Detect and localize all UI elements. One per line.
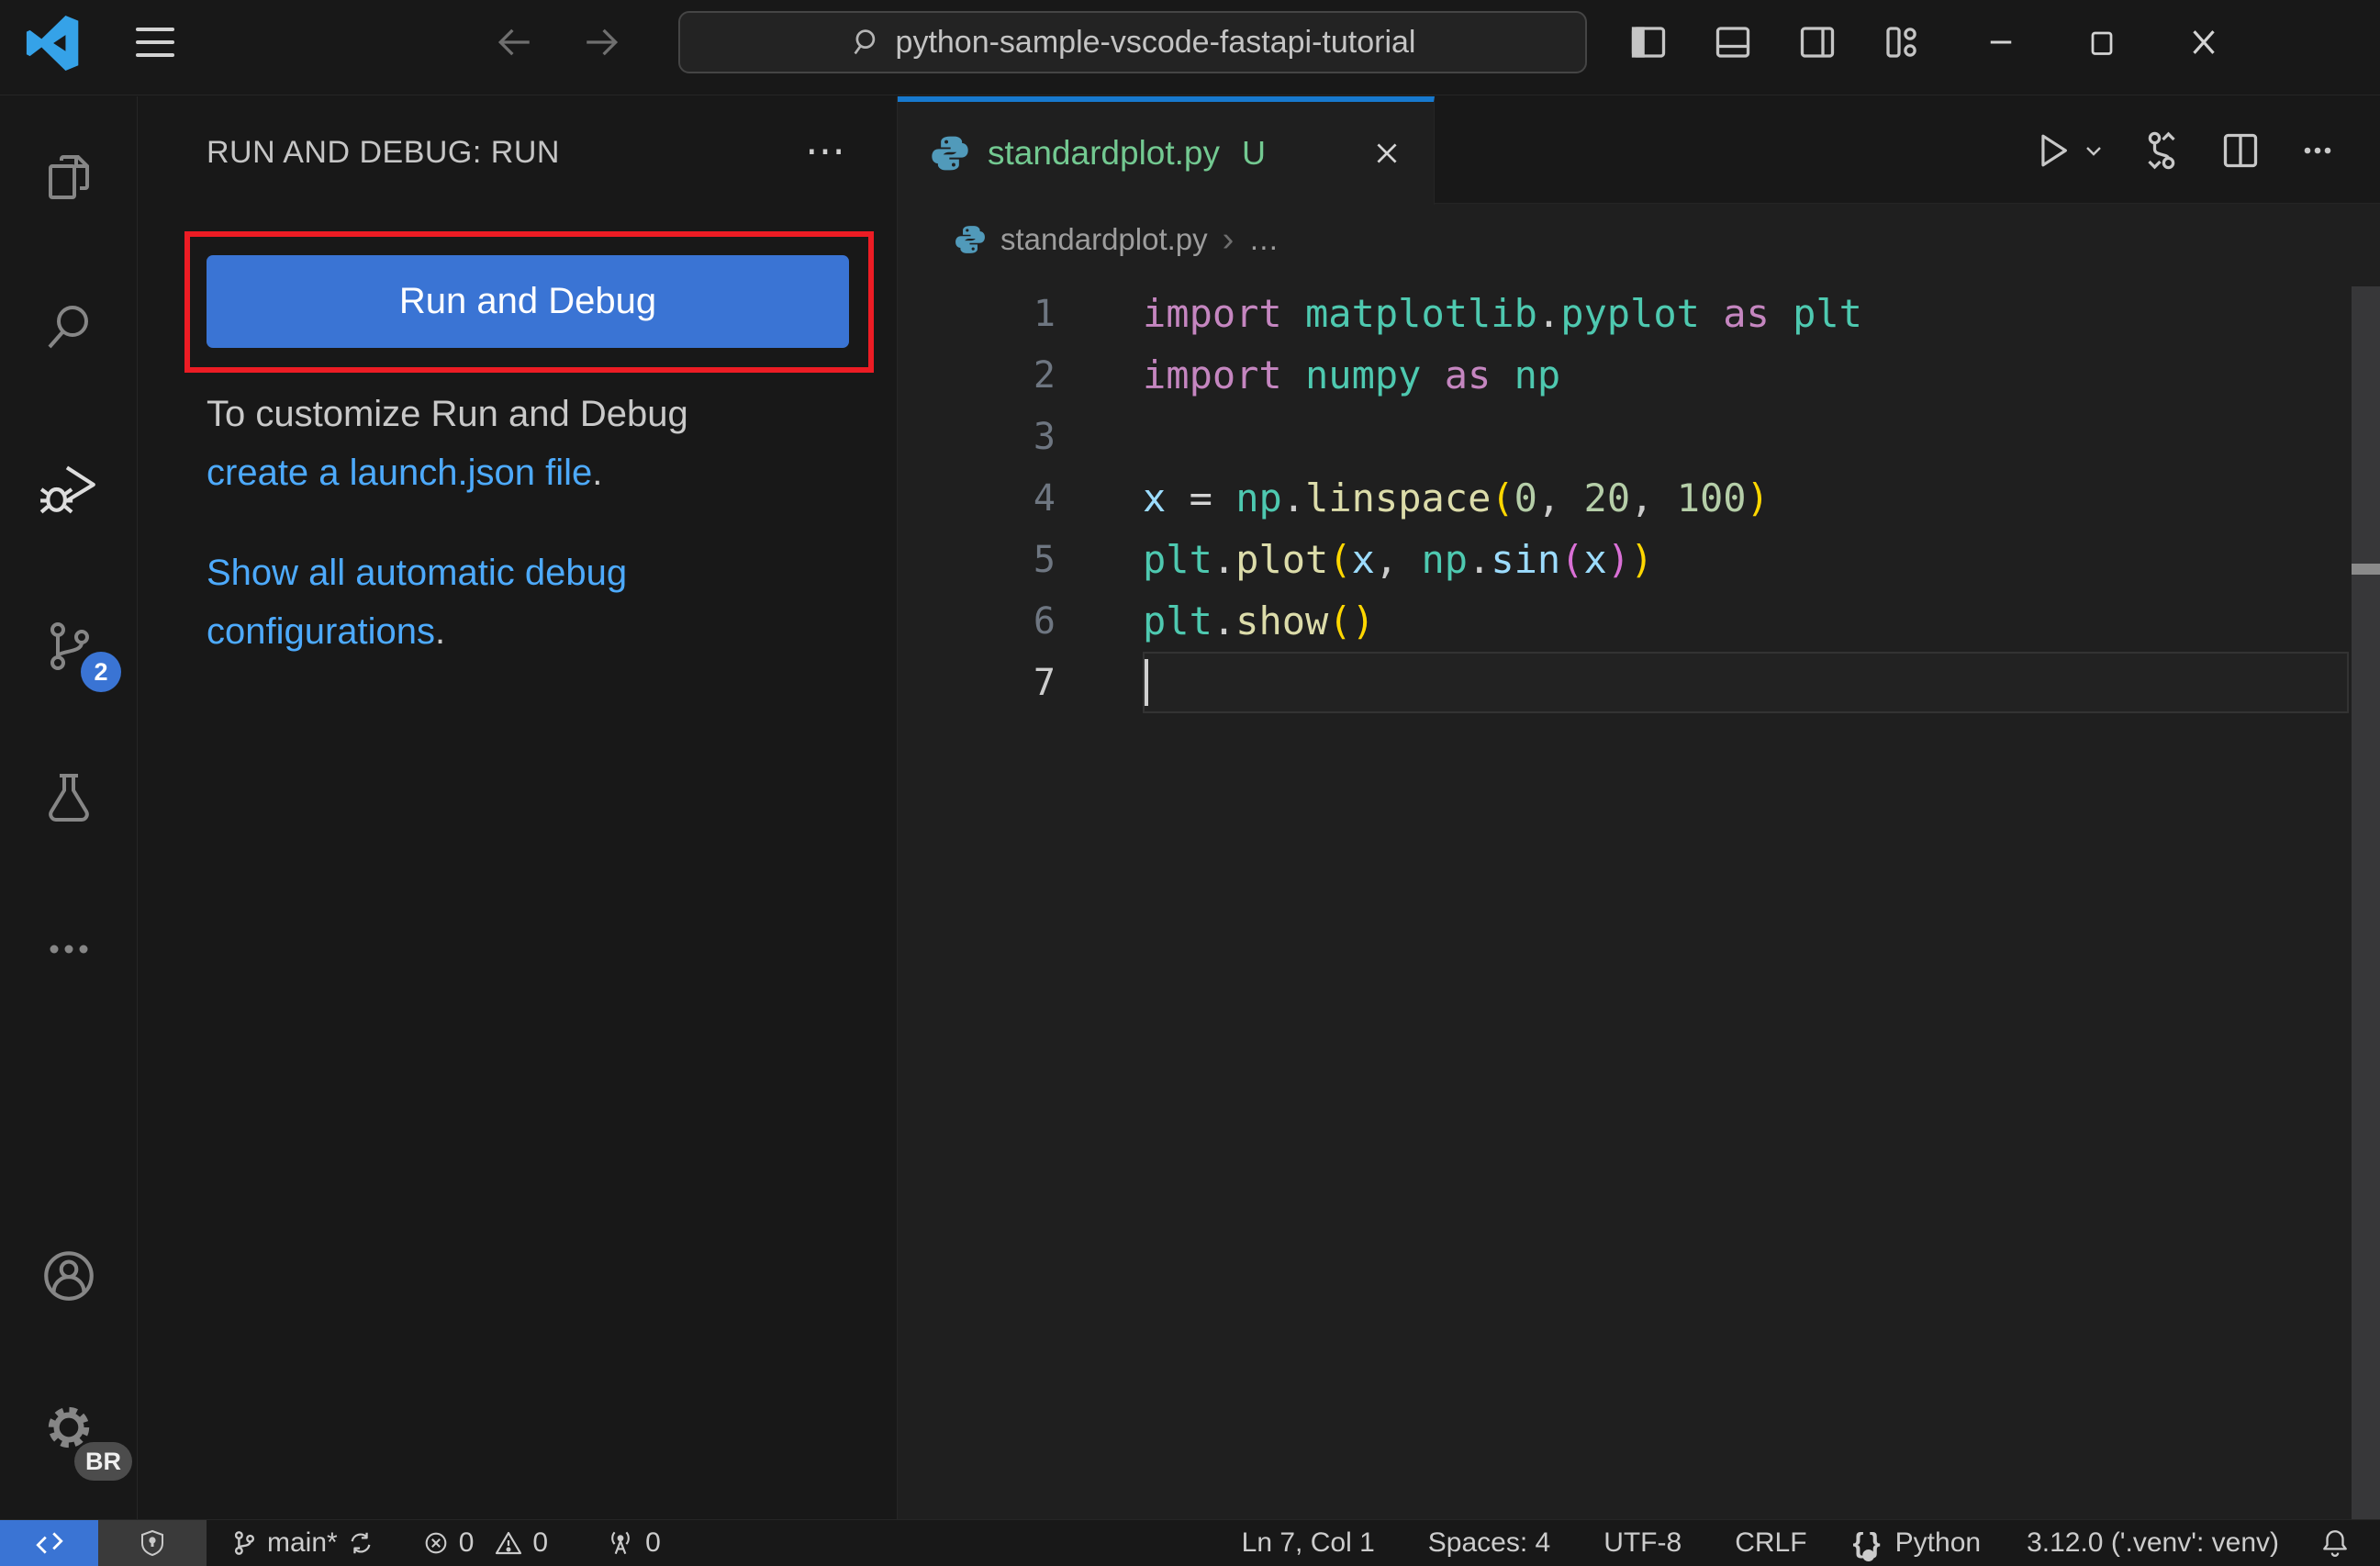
tab-filename: standardplot.py: [988, 134, 1221, 172]
cursor-position-item[interactable]: Ln 7, Col 1: [1225, 1520, 1391, 1566]
menu-icon[interactable]: [136, 0, 174, 84]
settings-badge: BR: [74, 1442, 132, 1481]
editor-more-actions-icon[interactable]: [2297, 130, 2338, 171]
remote-icon: [35, 1532, 63, 1554]
line-number: 5: [1033, 538, 1056, 581]
code-line-5[interactable]: 5 plt. plot(x, np. sin(x)): [898, 529, 2349, 590]
code-line-1[interactable]: 1 import matplotlib. pyplot as plt: [898, 283, 2349, 344]
shield-icon: [141, 1529, 163, 1557]
python-interpreter-item[interactable]: 3.12.0 ('.venv': venv): [2010, 1520, 2296, 1566]
breadcrumb-chevron-icon: ›: [1222, 219, 1235, 259]
testing-icon[interactable]: [0, 743, 138, 853]
bell-icon: [2323, 1530, 2347, 1557]
more-views-icon[interactable]: [0, 894, 138, 1004]
close-button[interactable]: [2184, 23, 2223, 62]
close-tab-icon[interactable]: [1371, 138, 1402, 169]
eol-item[interactable]: CRLF: [1718, 1520, 1823, 1566]
status-bar: main* 0 0 0 Ln 7, Col 1 Spaces: 4 UTF-8 …: [0, 1519, 2380, 1566]
line-number: 2: [1033, 353, 1056, 397]
branch-name: main*: [267, 1527, 338, 1558]
python-file-icon-small: [955, 224, 986, 255]
show-auto-configurations-link[interactable]: Show all automatic debug configurations: [207, 553, 627, 652]
split-editor-icon[interactable]: [2218, 129, 2263, 173]
git-branch-item[interactable]: main*: [214, 1520, 391, 1566]
sync-icon: [351, 1532, 371, 1554]
code-line-3[interactable]: 3: [898, 406, 2349, 467]
problems-item[interactable]: 0 0: [406, 1520, 564, 1566]
sidebar-title: RUN AND DEBUG: RUN: [207, 135, 560, 170]
line-number: 3: [1033, 415, 1056, 458]
command-center-search[interactable]: python-sample-vscode-fastapi-tutorial: [678, 11, 1587, 73]
navigate-forward-icon[interactable]: [582, 0, 620, 84]
navigate-back-icon[interactable]: [496, 0, 534, 84]
code-line-7[interactable]: 7: [898, 652, 2349, 713]
git-branch-icon: [234, 1531, 255, 1555]
editor-group: standardplot.py U standardplot.py › … 1 …: [898, 96, 2380, 1519]
maximize-button[interactable]: [2084, 24, 2120, 61]
activity-bar: 2 BR: [0, 96, 138, 1519]
run-and-debug-icon[interactable]: [0, 431, 138, 542]
warning-count: 0: [532, 1527, 549, 1558]
create-launch-json-link[interactable]: create a launch.json file: [207, 453, 592, 493]
tab-standardplot[interactable]: standardplot.py U: [898, 96, 1435, 205]
remote-indicator[interactable]: [0, 1520, 98, 1566]
indentation-item[interactable]: Spaces: 4: [1412, 1520, 1567, 1566]
code-line-4[interactable]: 4x = np. linspace(0, 20, 100): [898, 467, 2349, 529]
breadcrumb-symbol[interactable]: …: [1248, 222, 1279, 257]
title-bar: python-sample-vscode-fastapi-tutorial: [0, 0, 2380, 95]
line-number: 1: [1033, 292, 1056, 335]
search-value: python-sample-vscode-fastapi-tutorial: [895, 24, 1416, 60]
code-line-2[interactable]: 2 import numpy as np: [898, 344, 2349, 406]
text-cursor: [1145, 659, 1148, 706]
settings-gear-icon[interactable]: BR: [0, 1372, 138, 1482]
tab-bar: standardplot.py U: [898, 96, 2380, 205]
workspace-trust-item[interactable]: [98, 1520, 207, 1566]
toggle-secondary-sidebar-icon[interactable]: [1795, 20, 1839, 64]
code-area[interactable]: 1 import matplotlib. pyplot as plt 2 import …: [898, 275, 2380, 713]
untracked-indicator: U: [1242, 134, 1267, 172]
breadcrumb-file[interactable]: standardplot.py: [1000, 222, 1208, 257]
warnings-icon: [496, 1531, 522, 1555]
run-and-debug-button[interactable]: Run and Debug: [207, 255, 849, 348]
auto-debug-hint-text: Show all automatic debug configurations.: [207, 553, 628, 652]
line-number: 6: [1033, 599, 1056, 643]
language-braces-icon: {}: [1853, 1527, 1886, 1561]
ports-count: 0: [645, 1527, 661, 1558]
customize-hint-text: To customize Run and Debug create a laun…: [207, 394, 688, 493]
accounts-icon[interactable]: [0, 1221, 138, 1331]
views-more-actions-icon[interactable]: ⋯: [805, 128, 849, 174]
source-control-icon[interactable]: 2: [0, 591, 138, 701]
open-changes-icon[interactable]: [2140, 129, 2184, 173]
run-debug-sidebar: RUN AND DEBUG: RUN ⋯ Run and Debug To cu…: [138, 96, 898, 1519]
error-count: 0: [458, 1527, 475, 1558]
radio-tower-icon: [611, 1531, 630, 1555]
source-control-badge: 2: [81, 652, 121, 692]
python-file-icon: [931, 134, 969, 173]
code-line-6[interactable]: 6 plt. show(): [898, 590, 2349, 652]
minimize-button[interactable]: [1983, 24, 2019, 61]
search-view-icon[interactable]: [0, 272, 138, 382]
overview-ruler-marker: [2352, 564, 2380, 575]
customize-layout-icon[interactable]: [1880, 20, 1924, 64]
language-mode-item[interactable]: {} Python: [1837, 1520, 1998, 1566]
run-python-file-icon[interactable]: [2031, 129, 2105, 172]
toggle-primary-sidebar-icon[interactable]: [1626, 20, 1670, 64]
explorer-icon[interactable]: [0, 122, 138, 232]
ports-item[interactable]: 0: [588, 1520, 677, 1566]
encoding-item[interactable]: UTF-8: [1587, 1520, 1698, 1566]
line-number: 7: [1033, 661, 1056, 704]
search-icon: [850, 26, 883, 59]
toggle-panel-icon[interactable]: [1711, 20, 1755, 64]
line-number: 4: [1033, 476, 1056, 520]
notifications-item[interactable]: [2303, 1520, 2367, 1566]
vscode-window: python-sample-vscode-fastapi-tutorial 2 …: [0, 0, 2380, 1566]
editor-scrollbar[interactable]: [2352, 286, 2380, 1519]
errors-icon: [425, 1532, 447, 1554]
vscode-logo-icon: [24, 0, 81, 84]
breadcrumb[interactable]: standardplot.py › …: [898, 204, 2380, 275]
run-dropdown-chevron-icon: [2086, 146, 2101, 156]
